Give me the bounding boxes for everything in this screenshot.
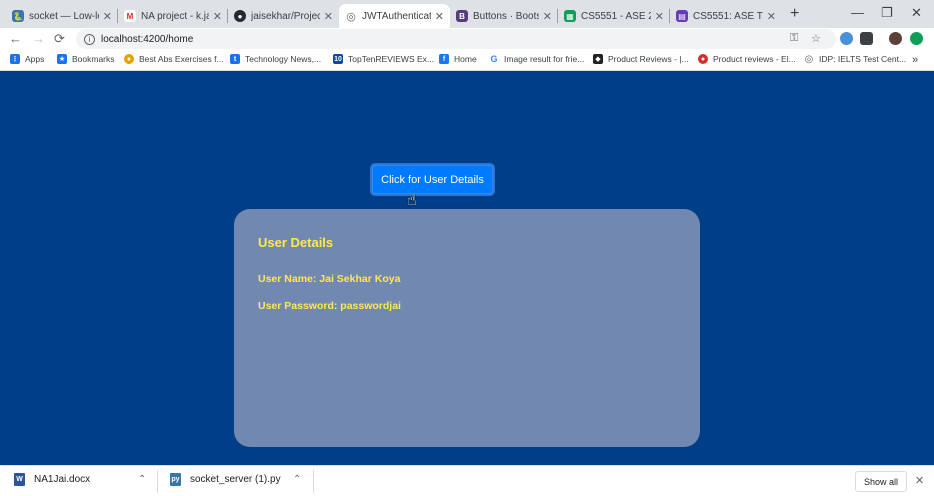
product-reviews-red-icon: ●: [698, 54, 708, 64]
bookmark-label: IDP: IELTS Test Cent...: [819, 54, 907, 64]
update-icon[interactable]: [910, 32, 923, 45]
bookmark-label: Best Abs Exercises f...: [139, 54, 224, 64]
product-reviews-icon: ◆: [593, 54, 603, 64]
tab-title: Buttons · Bootstra: [473, 10, 539, 22]
bookmark-image-result[interactable]: G Image result for frie...: [489, 54, 584, 64]
tab-strip: 🐍 socket — Low-lev ✕ M NA project - k.ja…: [0, 0, 934, 28]
gmail-icon: M: [124, 10, 136, 22]
back-icon[interactable]: ←: [9, 31, 22, 46]
bookmark-toptenreviews[interactable]: 10 TopTenREVIEWS Ex...: [333, 54, 434, 64]
tab-title: JWTAuthenticatio: [362, 10, 431, 22]
more-bookmarks-icon[interactable]: »: [912, 54, 918, 66]
close-tab-icon[interactable]: ✕: [213, 10, 222, 23]
minimize-icon[interactable]: —: [851, 5, 864, 20]
download-item-py[interactable]: py socket_server (1).py: [170, 473, 281, 486]
user-details-button[interactable]: Click for User Details: [372, 165, 493, 194]
python-icon: 🐍: [12, 10, 24, 22]
bookmarks-bar: ⋮ Apps ★ Bookmarks ● Best Abs Exercises …: [0, 50, 934, 71]
bookmark-label: Product Reviews - |...: [608, 54, 689, 64]
github-icon: ●: [234, 10, 246, 22]
abs-site-icon: ●: [124, 54, 134, 64]
tab-title: socket — Low-lev: [29, 10, 99, 22]
key-icon[interactable]: ⚿: [790, 32, 798, 45]
bookmark-label: Product reviews - El...: [713, 54, 796, 64]
user-password-text: User Password: passwordjai: [258, 300, 401, 312]
bookmark-label: Apps: [25, 54, 45, 64]
page-content: Click for User Details ☝ User Details Us…: [0, 71, 934, 465]
tab-gmail[interactable]: M NA project - k.jain ✕: [118, 4, 228, 28]
tab-socket[interactable]: 🐍 socket — Low-lev ✕: [6, 4, 118, 28]
bookmark-idp-ielts[interactable]: ◎ IDP: IELTS Test Cent...: [804, 53, 907, 65]
tab-bootstrap[interactable]: B Buttons · Bootstra ✕: [450, 4, 558, 28]
sheets-icon: ▦: [564, 10, 576, 22]
close-tab-icon[interactable]: ✕: [543, 10, 552, 23]
bookmark-label: Technology News,...: [245, 54, 322, 64]
tab-title: NA project - k.jain: [141, 10, 209, 22]
download-shelf: W NA1Jai.docx ⌃ py socket_server (1).py …: [0, 465, 934, 496]
close-tab-icon[interactable]: ✕: [767, 10, 776, 23]
close-tab-icon[interactable]: ✕: [103, 10, 112, 23]
star-icon[interactable]: ☆: [811, 32, 821, 45]
user-name-text: User Name: Jai Sekhar Koya: [258, 273, 401, 285]
close-window-icon[interactable]: ✕: [911, 5, 922, 21]
bookmark-bookmarks[interactable]: ★ Bookmarks: [57, 54, 115, 64]
bookmark-label: Image result for frie...: [504, 54, 585, 64]
bookmark-apps[interactable]: ⋮ Apps: [10, 54, 44, 64]
address-bar[interactable]: i localhost:4200/home: [76, 29, 836, 49]
globe-icon: ◎: [804, 53, 814, 65]
toptenreviews-icon: 10: [333, 54, 343, 64]
tech-news-icon: t: [230, 54, 240, 64]
address-toolbar: ← → ⟳ i localhost:4200/home ⚿ ☆: [0, 28, 934, 50]
bootstrap-icon: B: [456, 10, 468, 22]
facebook-icon: f: [439, 54, 449, 64]
bookmark-label: TopTenREVIEWS Ex...: [348, 54, 434, 64]
tab-title: CS5551: ASE Tuto: [693, 10, 763, 22]
forward-icon[interactable]: →: [32, 31, 45, 46]
forms-icon: ▤: [676, 10, 688, 22]
download-filename: NA1Jai.docx: [34, 474, 91, 485]
chevron-up-icon[interactable]: ⌃: [138, 474, 146, 485]
info-icon[interactable]: i: [84, 33, 95, 45]
close-tab-icon[interactable]: ✕: [435, 10, 444, 23]
tab-sheets[interactable]: ▦ CS5551 - ASE 201 ✕: [558, 4, 670, 28]
avatar[interactable]: [889, 32, 902, 45]
restore-icon[interactable]: ❐: [881, 5, 893, 21]
show-all-button[interactable]: Show all: [855, 471, 907, 492]
hand-cursor-icon: ☝: [407, 192, 417, 209]
bookmark-abs-exercises[interactable]: ● Best Abs Exercises f...: [124, 54, 224, 64]
card-title: User Details: [258, 235, 334, 250]
bookmark-product-reviews-1[interactable]: ◆ Product Reviews - |...: [593, 54, 689, 64]
bookmark-home[interactable]: f Home: [439, 54, 477, 64]
word-doc-icon: W: [14, 473, 25, 486]
user-details-card: User Details User Name: Jai Sekhar Koya …: [234, 209, 700, 447]
tab-jwtauthentication[interactable]: ◎ JWTAuthenticatio ✕: [339, 4, 450, 28]
close-tab-icon[interactable]: ✕: [655, 10, 664, 23]
camera-extension-icon[interactable]: [860, 32, 873, 45]
apps-grid-icon: ⋮: [10, 54, 20, 64]
download-item-docx[interactable]: W NA1Jai.docx: [14, 473, 90, 486]
star-icon: ★: [57, 54, 67, 64]
tab-forms[interactable]: ▤ CS5551: ASE Tuto ✕: [670, 4, 782, 28]
bookmark-label: Bookmarks: [72, 54, 115, 64]
google-icon: G: [489, 54, 499, 64]
reload-icon[interactable]: ⟳: [54, 31, 65, 47]
new-tab-icon[interactable]: +: [790, 5, 799, 23]
bookmark-technology-news[interactable]: t Technology News,...: [230, 54, 321, 64]
chevron-up-icon[interactable]: ⌃: [293, 474, 301, 485]
bookmark-label: Home: [454, 54, 477, 64]
url-text: localhost:4200/home: [101, 33, 194, 45]
bookmark-product-reviews-2[interactable]: ● Product reviews - El...: [698, 54, 796, 64]
extension-icon[interactable]: [840, 32, 853, 45]
globe-icon: ◎: [345, 10, 357, 23]
close-shelf-icon[interactable]: ✕: [915, 474, 924, 487]
download-filename: socket_server (1).py: [190, 474, 281, 485]
close-tab-icon[interactable]: ✕: [324, 10, 333, 23]
tab-github[interactable]: ● jaisekhar/Project-I ✕: [228, 4, 339, 28]
python-file-icon: py: [170, 473, 181, 486]
tab-title: CS5551 - ASE 201: [581, 10, 651, 22]
tab-title: jaisekhar/Project-I: [251, 10, 320, 22]
